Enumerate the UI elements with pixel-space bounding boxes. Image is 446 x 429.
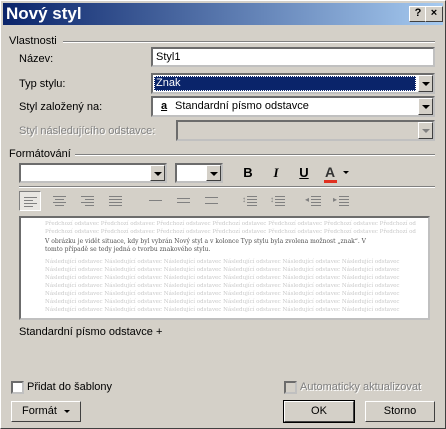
based-on-dropdown-button[interactable]	[418, 98, 433, 115]
font-size-dropdown-button[interactable]	[206, 165, 221, 181]
space-after-button[interactable]: ↕	[267, 191, 289, 211]
ok-button[interactable]: OK	[283, 400, 355, 423]
preview-sample-text: V obrázku je vidět situace, kdy byl vybr…	[45, 238, 367, 253]
space-before-icon	[247, 196, 257, 208]
auto-update-checkbox[interactable]	[284, 381, 297, 394]
properties-separator	[63, 41, 435, 43]
based-on-value: Standardní písmo odstavce	[175, 100, 309, 112]
new-style-dialog: Nový styl ? × Vlastnosti Název: Styl1 Ty…	[0, 0, 446, 429]
increase-indent-icon	[339, 196, 349, 208]
align-left-button[interactable]	[19, 191, 41, 211]
bold-button[interactable]: B	[237, 163, 259, 183]
preview-following-line: Následující odstavec Následující odstave…	[45, 283, 400, 289]
align-right-icon	[81, 196, 94, 208]
character-style-icon: a	[161, 100, 168, 112]
name-label: Název:	[19, 53, 54, 65]
space-after-icon	[275, 196, 285, 208]
align-left-icon	[24, 197, 37, 209]
align-right-button[interactable]	[77, 191, 99, 211]
double-spacing-icon	[205, 197, 218, 206]
arrow-down-icon: ↕	[270, 195, 274, 204]
name-input[interactable]: Styl1	[151, 47, 435, 67]
formatting-group-label: Formátování	[9, 148, 71, 160]
auto-update-label: Automaticky aktualizovat	[300, 381, 422, 393]
format-button-label: Formát	[22, 405, 57, 417]
font-name-select[interactable]	[19, 163, 167, 183]
font-color-button[interactable]: A	[321, 163, 355, 183]
next-style-dropdown-button[interactable]	[418, 122, 433, 139]
based-on-label: Styl založený na:	[19, 101, 103, 113]
indent-left-arrow-icon: ◂	[305, 195, 310, 204]
preview-following-line: Následující odstavec Následující odstave…	[45, 259, 400, 265]
next-style-select[interactable]	[176, 120, 435, 141]
format-button[interactable]: Formát	[11, 401, 81, 422]
next-style-label: Styl následujícího odstavce:	[19, 125, 156, 137]
chevron-down-icon	[63, 409, 70, 413]
underline-button[interactable]: U	[293, 163, 315, 183]
justify-icon	[109, 196, 122, 208]
preview-following-line: Následující odstavec Následující odstave…	[45, 267, 400, 273]
preview-following-line: Následující odstavec Následující odstave…	[45, 307, 400, 313]
decrease-indent-button[interactable]: ◂	[303, 191, 325, 211]
justify-button[interactable]	[105, 191, 127, 211]
style-preview: Předchozí odstavec Předchozí odstavec Př…	[19, 216, 430, 320]
dialog-title: Nový styl	[6, 4, 82, 23]
font-size-select[interactable]	[175, 163, 223, 183]
indent-right-arrow-icon: ▸	[333, 195, 338, 204]
based-on-select[interactable]: a Standardní písmo odstavce	[151, 96, 435, 117]
toolbar-separator	[19, 186, 435, 188]
font-color-icon: A	[325, 164, 336, 180]
align-center-icon	[53, 196, 66, 208]
cancel-button[interactable]: Storno	[365, 401, 435, 422]
preview-previous-line: Předchozí odstavec Předchozí odstavec Př…	[45, 221, 416, 227]
align-center-button[interactable]	[49, 191, 71, 211]
preview-following-line: Následující odstavec Následující odstave…	[45, 291, 400, 297]
italic-button[interactable]: I	[265, 163, 287, 183]
space-before-button[interactable]: ↕	[239, 191, 261, 211]
name-input-value: Styl1	[156, 51, 181, 63]
add-to-template-label: Přidat do šablony	[27, 381, 112, 393]
single-spacing-icon	[149, 200, 162, 203]
preview-previous-line: Předchozí odstavec Předchozí odstavec Př…	[45, 229, 416, 235]
style-type-value: Znak	[154, 76, 416, 91]
font-name-dropdown-button[interactable]	[150, 165, 165, 181]
type-label: Typ stylu:	[19, 78, 66, 90]
chevron-down-icon	[343, 171, 349, 174]
decrease-indent-icon	[311, 196, 321, 208]
one-half-spacing-button[interactable]	[173, 191, 195, 211]
style-type-dropdown-button[interactable]	[418, 75, 433, 92]
one-half-spacing-icon	[177, 198, 190, 205]
close-button[interactable]: ×	[425, 6, 443, 22]
formatting-separator	[75, 154, 435, 156]
title-bar[interactable]: Nový styl ? ×	[3, 3, 443, 25]
preview-following-line: Následující odstavec Následující odstave…	[45, 299, 400, 305]
add-to-template-checkbox[interactable]	[11, 381, 24, 394]
increase-indent-button[interactable]: ▸	[331, 191, 353, 211]
preview-following-line: Následující odstavec Následující odstave…	[45, 275, 400, 281]
arrow-up-icon: ↕	[242, 195, 246, 204]
single-spacing-button[interactable]	[145, 191, 167, 211]
style-type-select[interactable]: Znak	[151, 73, 435, 94]
double-spacing-button[interactable]	[201, 191, 223, 211]
properties-group-label: Vlastnosti	[9, 35, 57, 47]
font-color-swatch	[324, 180, 337, 183]
style-description: Standardní písmo odstavce +	[19, 326, 163, 338]
